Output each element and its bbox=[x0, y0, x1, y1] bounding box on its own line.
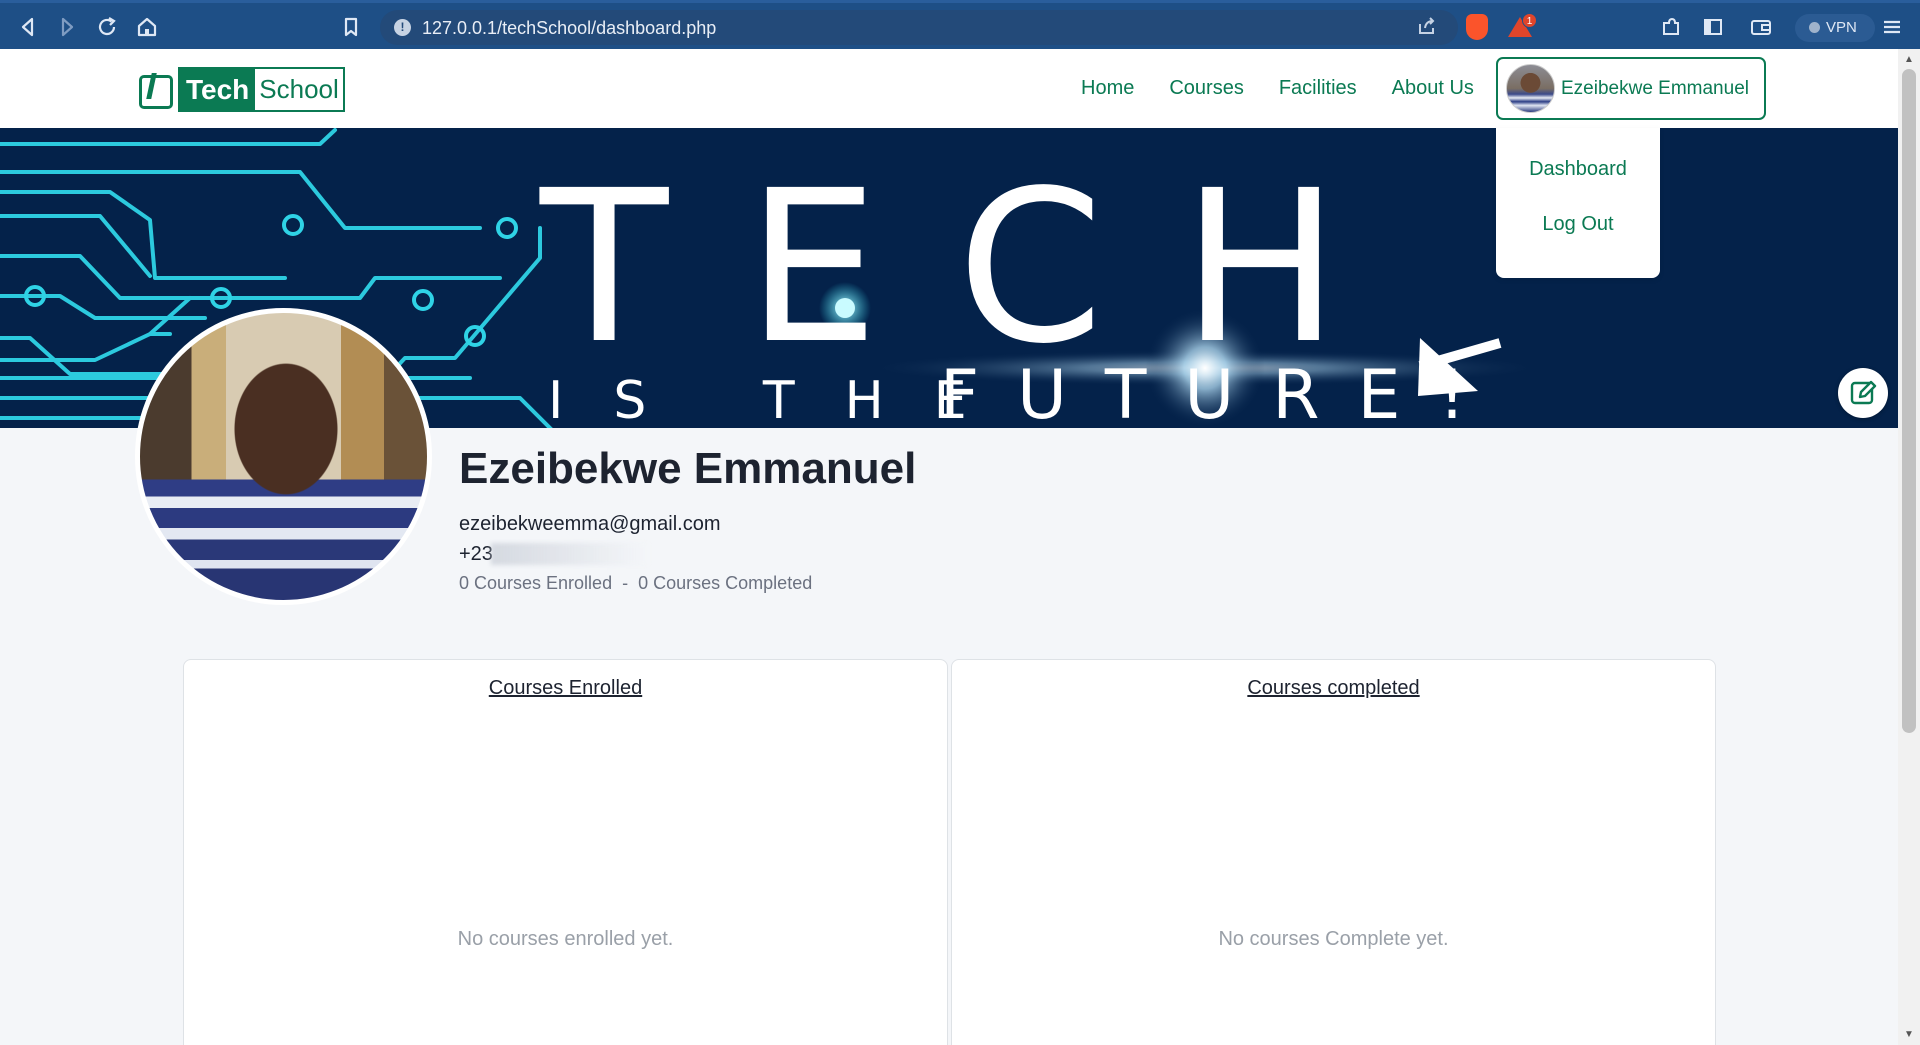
phone-redaction bbox=[490, 543, 649, 565]
profile-phone: +23 bbox=[459, 543, 649, 566]
back-arrow-icon[interactable] bbox=[14, 13, 42, 41]
vpn-button[interactable]: VPN bbox=[1795, 14, 1875, 42]
sidebar-toggle-icon[interactable] bbox=[1699, 13, 1727, 41]
courses-enrolled-empty: No courses enrolled yet. bbox=[457, 928, 674, 950]
logo-text-school: School bbox=[255, 68, 343, 110]
edit-profile-button[interactable] bbox=[1838, 368, 1888, 418]
nav-home[interactable]: Home bbox=[1081, 77, 1134, 100]
main-nav: Home Courses Facilities About Us bbox=[1081, 77, 1509, 100]
profile-stats: 0 Courses Enrolled - 0 Courses Completed bbox=[459, 573, 812, 594]
courses-completed-title[interactable]: Courses completed bbox=[952, 677, 1715, 700]
logo-text-tech: Tech bbox=[180, 68, 256, 110]
site-info-icon[interactable]: ! bbox=[394, 19, 411, 36]
courses-completed-empty: No courses Complete yet. bbox=[1218, 928, 1449, 950]
nav-facilities[interactable]: Facilities bbox=[1279, 77, 1357, 100]
site-header: Tech School Home Courses Facilities Abou… bbox=[0, 49, 1898, 128]
scroll-down-icon[interactable]: ▼ bbox=[1904, 1029, 1914, 1040]
courses-completed-card: Courses completed No courses Complete ye… bbox=[951, 659, 1716, 1045]
courses-completed-count: 0 Courses Completed bbox=[638, 573, 813, 593]
vpn-status-icon bbox=[1809, 22, 1820, 33]
courses-enrolled-title[interactable]: Courses Enrolled bbox=[184, 677, 947, 700]
forward-arrow-icon[interactable] bbox=[53, 13, 81, 41]
hamburger-menu-icon[interactable] bbox=[1878, 13, 1906, 41]
wallet-icon[interactable] bbox=[1747, 13, 1775, 41]
user-menu-name: Ezeibekwe Emmanuel bbox=[1561, 77, 1749, 99]
edit-pencil-icon bbox=[1850, 380, 1877, 405]
user-dropdown-menu: Dashboard Log Out bbox=[1496, 128, 1660, 278]
share-icon[interactable] bbox=[1416, 15, 1438, 43]
banner-headline: TECH bbox=[539, 145, 1418, 390]
profile-email: ezeibekweemma@gmail.com bbox=[459, 513, 721, 535]
brave-shields-icon[interactable] bbox=[1466, 14, 1488, 40]
dropdown-item-dashboard[interactable]: Dashboard bbox=[1496, 158, 1660, 181]
reload-icon[interactable] bbox=[93, 13, 121, 41]
user-menu-button[interactable]: Ezeibekwe Emmanuel bbox=[1496, 57, 1766, 120]
extensions-icon[interactable] bbox=[1657, 13, 1685, 41]
rewards-count-badge: 1 bbox=[1522, 13, 1537, 28]
dropdown-item-logout[interactable]: Log Out bbox=[1496, 213, 1660, 236]
bookmark-icon[interactable] bbox=[337, 13, 365, 41]
stats-separator: - bbox=[622, 573, 629, 593]
courses-enrolled-card: Courses Enrolled No courses enrolled yet… bbox=[183, 659, 948, 1045]
site-logo[interactable]: Tech School bbox=[137, 66, 345, 112]
profile-photo bbox=[135, 308, 432, 605]
profile-phone-visible: +23 bbox=[459, 543, 493, 565]
scroll-up-icon[interactable]: ▲ bbox=[1904, 54, 1914, 65]
avatar bbox=[1506, 64, 1555, 113]
address-bar[interactable]: ! 127.0.0.1/techSchool/dashboard.php bbox=[380, 10, 1458, 45]
browser-toolbar: ! 127.0.0.1/techSchool/dashboard.php 1 V… bbox=[0, 0, 1920, 49]
page-scrollbar[interactable]: ▲ ▼ bbox=[1898, 49, 1920, 1045]
scrollbar-thumb[interactable] bbox=[1902, 69, 1916, 733]
home-icon[interactable] bbox=[133, 13, 161, 41]
logo-mark-icon bbox=[137, 69, 177, 109]
nav-about-us[interactable]: About Us bbox=[1392, 77, 1474, 100]
logo-wordmark: Tech School bbox=[178, 66, 345, 112]
courses-enrolled-count: 0 Courses Enrolled bbox=[459, 573, 613, 593]
vpn-label: VPN bbox=[1826, 19, 1857, 36]
profile-name: Ezeibekwe Emmanuel bbox=[459, 444, 917, 493]
address-url[interactable]: 127.0.0.1/techSchool/dashboard.php bbox=[422, 18, 716, 39]
nav-courses[interactable]: Courses bbox=[1169, 77, 1243, 100]
